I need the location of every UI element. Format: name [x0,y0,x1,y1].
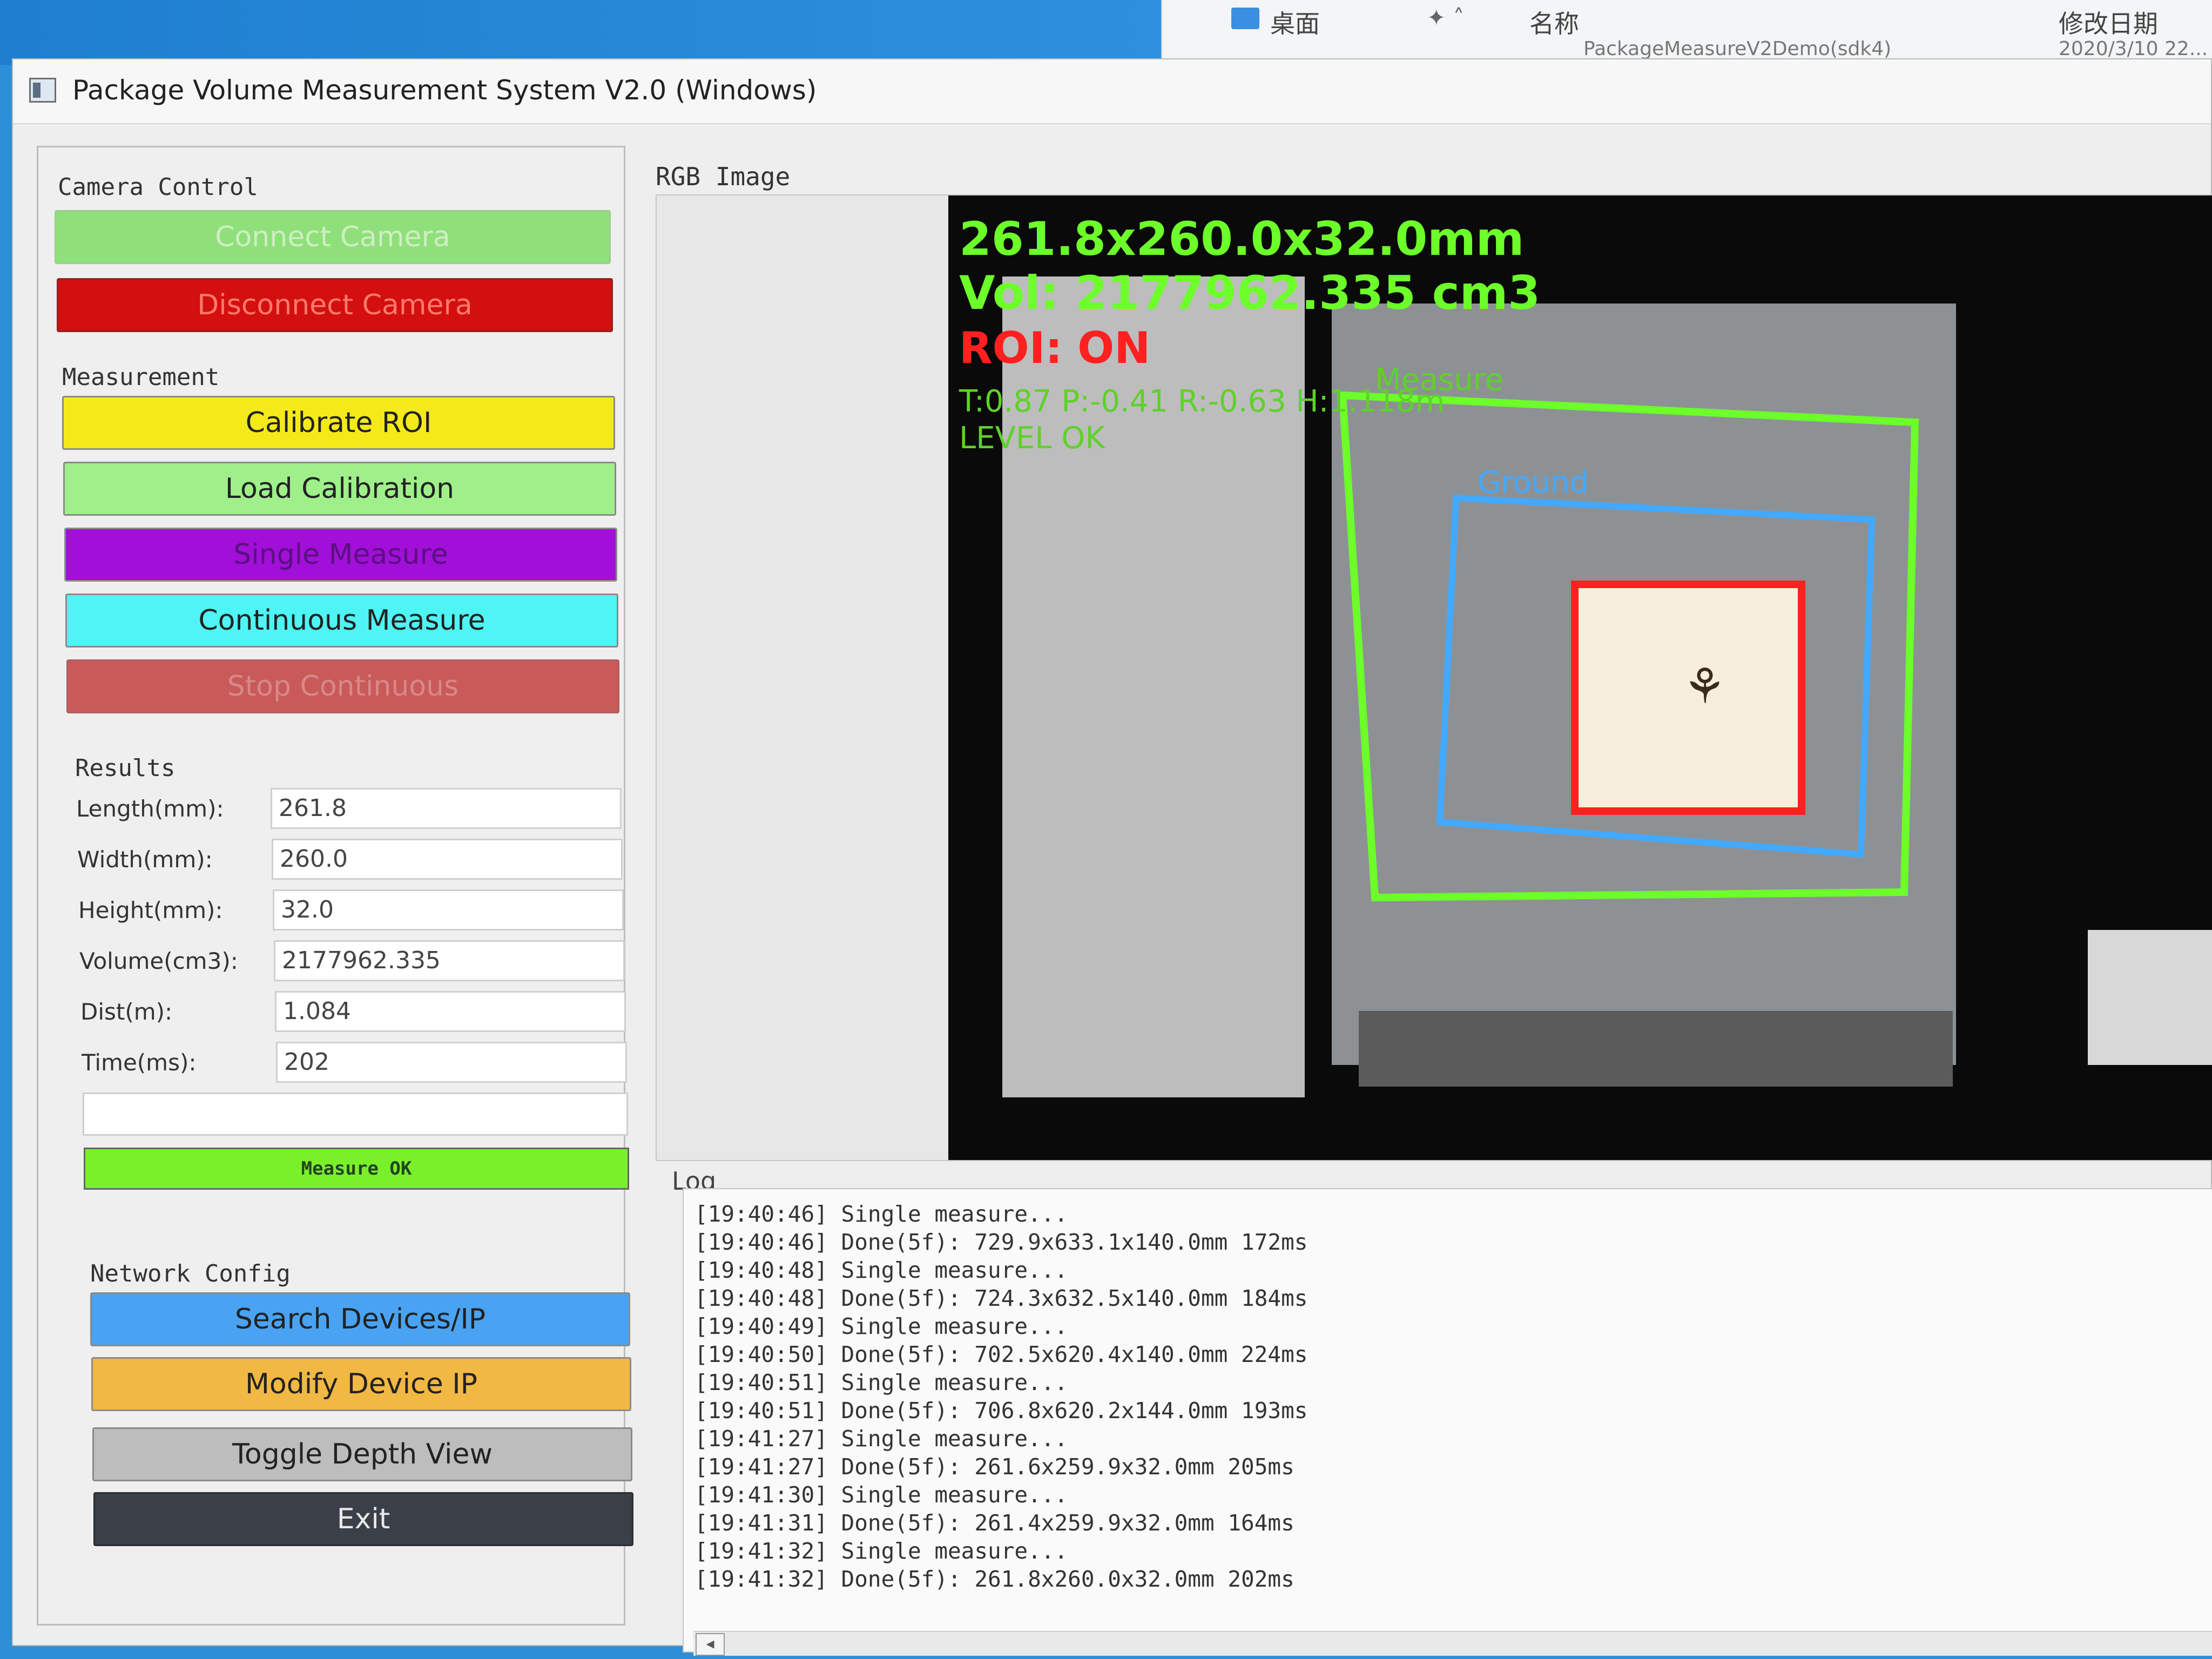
app-icon [29,78,56,103]
rgb-image-label: RGB Image [656,162,791,191]
scroll-left-icon[interactable]: ◂ [696,1633,725,1656]
load-calibration-button[interactable]: Load Calibration [63,462,616,516]
stop-continuous-button[interactable]: Stop Continuous [66,659,619,713]
disconnect-camera-button[interactable]: Disconnect Camera [57,278,613,332]
dist-field[interactable]: 1.084 [275,991,626,1032]
log-line: [19:40:48] Single measure... [694,1257,1068,1283]
dist-label: Dist(m): [80,999,173,1025]
explorer-row-file[interactable]: PackageMeasureV2Demo(sdk4) [1583,38,1891,60]
overlay-roi: ROI: ON [959,323,1150,373]
log-line: [19:41:32] Single measure... [694,1538,1068,1564]
title-bar[interactable]: Package Volume Measurement System V2.0 (… [13,59,2211,124]
svg-text:⚘: ⚘ [1683,658,1727,715]
window-title: Package Volume Measurement System V2.0 (… [72,75,817,106]
network-config-label: Network Config [90,1260,291,1287]
log-panel[interactable]: [19:40:46] Single measure... [19:40:46] … [683,1188,2212,1653]
log-line: [19:40:51] Done(5f): 706.8x620.2x144.0mm… [694,1398,1308,1424]
measurement-label: Measurement [62,363,220,391]
exit-button[interactable]: Exit [93,1492,633,1546]
explorer-row-date: 2020/3/10 22... [2059,38,2208,60]
length-label: Length(mm): [76,795,224,822]
overlay-tag-ground: Ground [1478,465,1589,500]
camera-feed: ⚘ 261.8x260.0x32.0mm Vol: 2177962.335 cm… [948,195,2212,1160]
log-line: [19:41:27] Done(5f): 261.6x259.9x32.0mm … [694,1454,1294,1480]
toggle-depth-view-button[interactable]: Toggle Depth View [92,1427,632,1481]
log-line: [19:40:48] Done(5f): 724.3x632.5x140.0mm… [694,1285,1308,1311]
overlay-level: LEVEL OK [959,421,1105,456]
progress-bar [83,1092,628,1136]
single-measure-button[interactable]: Single Measure [64,528,617,582]
log-line: [19:41:27] Single measure... [694,1426,1068,1452]
folder-icon [1231,8,1259,29]
log-line: [19:40:51] Single measure... [694,1370,1068,1395]
file-explorer-strip: 桌面 ✦ ˄ 名称 修改日期 PackageMeasureV2Demo(sdk4… [1161,0,2212,65]
width-field[interactable]: 260.0 [272,839,623,880]
rgb-image-panel: ⚘ 261.8x260.0x32.0mm Vol: 2177962.335 cm… [656,194,2212,1161]
volume-label: Volume(cm3): [79,948,238,974]
continuous-measure-button[interactable]: Continuous Measure [65,594,618,648]
time-field[interactable]: 202 [276,1042,627,1083]
calibrate-roi-button[interactable]: Calibrate ROI [62,396,615,450]
log-line: [19:40:46] Done(5f): 729.9x633.1x140.0mm… [694,1229,1308,1255]
overlay-volume: Vol: 2177962.335 cm3 [959,266,1540,320]
height-label: Height(mm): [78,897,223,923]
time-label: Time(ms): [82,1049,197,1076]
explorer-folder-label[interactable]: 桌面 [1270,4,1320,40]
log-line: [19:40:49] Single measure... [694,1313,1068,1339]
log-line: [19:40:46] Single measure... [694,1201,1068,1227]
log-line: [19:40:50] Done(5f): 702.5x620.4x140.0mm… [694,1341,1308,1367]
log-line: [19:41:31] Done(5f): 261.4x259.9x32.0mm … [694,1510,1294,1536]
app-window: Package Volume Measurement System V2.0 (… [12,58,2212,1656]
overlay-tilt: T:0.87 P:-0.41 R:-0.63 H:1.118m [959,384,1445,419]
results-label: Results [75,754,176,782]
log-horizontal-scrollbar[interactable]: ◂ [693,1631,2212,1656]
height-field[interactable]: 32.0 [273,889,624,930]
overlay-tag-measure: Measure [1375,362,1503,397]
pin-icon[interactable]: ✦ ˄ [1427,4,1465,31]
overlay-dimensions: 261.8x260.0x32.0mm [959,212,1524,266]
log-lines: [19:40:46] Single measure... [19:40:46] … [684,1189,2212,1593]
explorer-col-name[interactable]: 名称 [1529,4,1579,40]
log-line: [19:41:30] Single measure... [694,1482,1068,1508]
log-line: [19:41:32] Done(5f): 261.8x260.0x32.0mm … [694,1566,1294,1592]
search-devices-button[interactable]: Search Devices/IP [90,1292,630,1346]
explorer-col-modified[interactable]: 修改日期 [2059,4,2158,40]
length-field[interactable]: 261.8 [271,788,622,829]
modify-device-ip-button[interactable]: Modify Device IP [91,1357,631,1411]
camera-control-label: Camera Control [58,173,258,201]
connect-camera-button[interactable]: Connect Camera [55,210,611,264]
width-label: Width(mm): [77,846,213,873]
volume-field[interactable]: 2177962.335 [274,940,625,981]
measure-status-badge: Measure OK [84,1148,629,1190]
control-panel: Camera Control Connect Camera Disconnect… [37,146,633,1626]
